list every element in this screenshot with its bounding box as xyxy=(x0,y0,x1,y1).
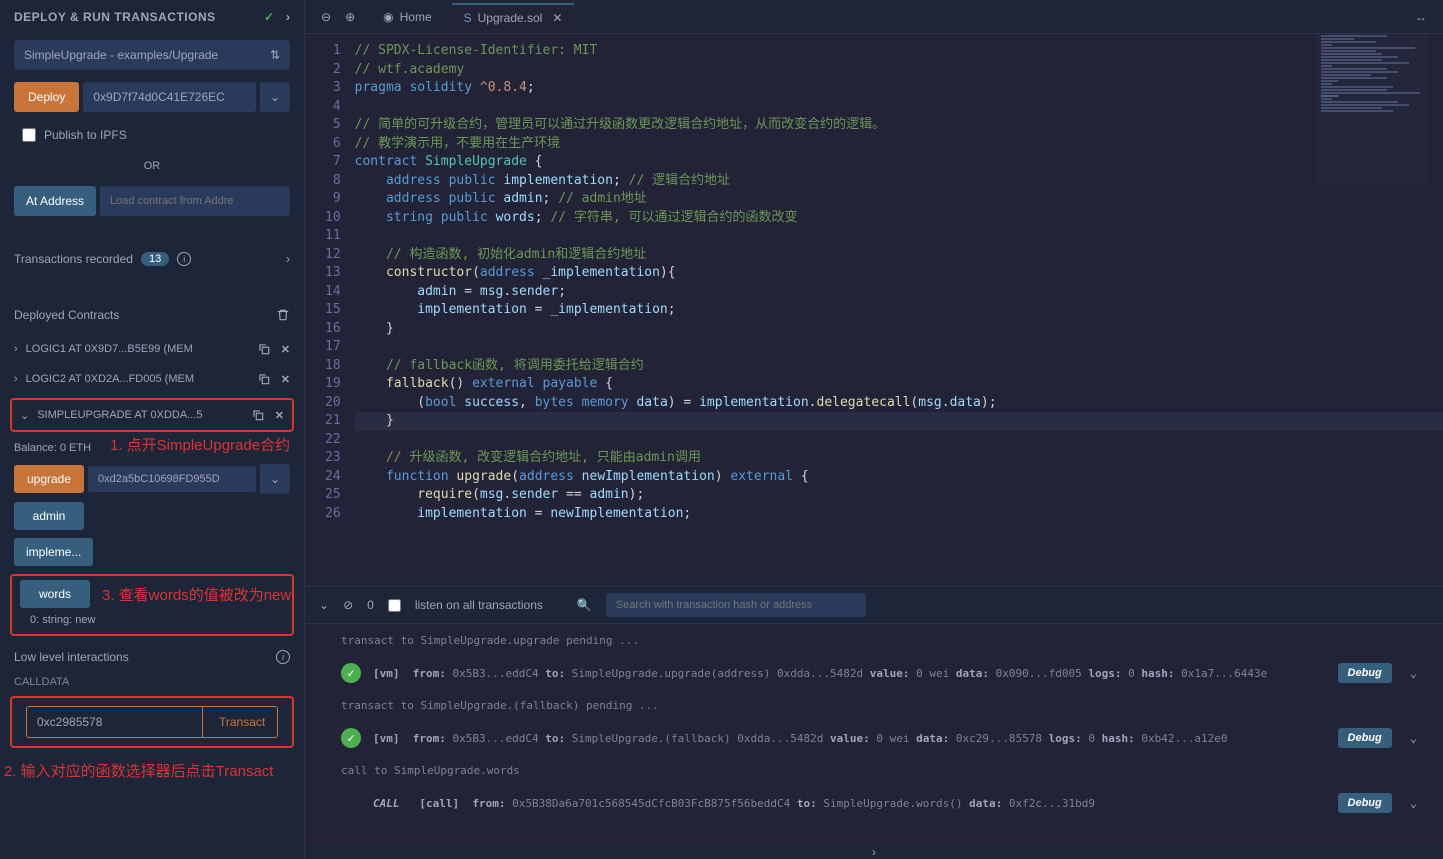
calldata-label: CALLDATA xyxy=(0,674,304,692)
zoom-out-icon[interactable]: ⊖ xyxy=(321,10,331,24)
annotation-2: 2. 输入对应的函数选择器后点击Transact xyxy=(4,763,273,780)
chevron-down-icon[interactable]: ⌄ xyxy=(319,598,329,612)
home-icon: ◉ xyxy=(383,10,393,24)
annotation-1: 1. 点开SimpleUpgrade合约 xyxy=(110,434,290,455)
upgrade-button[interactable]: upgrade xyxy=(14,465,84,493)
publish-ipfs-label: Publish to IPFS xyxy=(44,128,127,142)
code-editor[interactable]: 1234567891011121314151617181920212223242… xyxy=(305,34,1443,586)
select-arrows-icon: ⇅ xyxy=(270,48,280,62)
at-address-row: At Address xyxy=(14,186,290,216)
deployed-contracts-header: Deployed Contracts xyxy=(0,296,304,334)
low-level-header: Low level interactions i xyxy=(0,640,304,674)
publish-ipfs-checkbox[interactable] xyxy=(22,128,36,142)
close-icon[interactable]: ✕ xyxy=(281,343,290,356)
implementation-button[interactable]: impleme... xyxy=(14,538,93,566)
copy-icon[interactable] xyxy=(257,372,271,386)
debug-button[interactable]: Debug xyxy=(1338,663,1392,683)
solidity-icon: S xyxy=(464,11,472,25)
chevron-down-icon: ⌄ xyxy=(20,409,29,422)
deploy-address-input[interactable] xyxy=(83,82,256,112)
search-icon[interactable]: 🔍 xyxy=(577,598,592,612)
gutter: 1234567891011121314151617181920212223242… xyxy=(305,34,355,586)
upgrade-input[interactable] xyxy=(88,466,256,492)
info-icon[interactable]: i xyxy=(276,650,290,664)
deploy-button[interactable]: Deploy xyxy=(14,82,79,112)
copy-icon[interactable] xyxy=(251,408,265,422)
code-body[interactable]: // SPDX-License-Identifier: MIT// wtf.ac… xyxy=(355,34,1443,586)
terminal-bar: ⌄ ⊘ 0 listen on all transactions 🔍 xyxy=(305,586,1443,624)
chevron-right-icon: › xyxy=(14,373,18,385)
words-row: words 3. 查看words的值被改为new xyxy=(20,580,284,608)
annotation-3: 3. 查看words的值被改为new xyxy=(102,584,291,605)
chevron-right-icon[interactable]: › xyxy=(286,252,290,266)
trash-icon[interactable] xyxy=(276,308,290,322)
tab-upgrade-sol[interactable]: S Upgrade.sol ✕ xyxy=(452,3,575,31)
expand-icon[interactable]: ↔ xyxy=(1415,10,1435,24)
tx-count-badge: 13 xyxy=(141,252,169,266)
transactions-recorded-header: Transactions recorded 13 i › xyxy=(0,240,304,278)
upgrade-row: upgrade ⌄ xyxy=(14,464,290,494)
chevron-down-icon[interactable]: ⌄ xyxy=(1404,666,1423,680)
highlight-transact: Transact xyxy=(10,696,294,748)
contract-row-simpleupgrade[interactable]: ⌄ SIMPLEUPGRADE AT 0XDDA...5 ✕ xyxy=(16,404,288,426)
terminal-body[interactable]: transact to SimpleUpgrade.upgrade pendin… xyxy=(305,624,1443,845)
tx-zero: 0 xyxy=(367,598,374,612)
or-text: OR xyxy=(0,152,304,180)
info-icon[interactable]: i xyxy=(177,252,191,266)
chevron-right-icon[interactable]: › xyxy=(286,10,290,24)
balance-row: Balance: 0 ETH 1. 点开SimpleUpgrade合约 xyxy=(0,436,304,460)
tab-home[interactable]: ◉ Home xyxy=(371,4,444,30)
terminal-search-input[interactable] xyxy=(606,593,866,617)
debug-button[interactable]: Debug xyxy=(1338,728,1392,748)
chevron-down-icon[interactable]: ⌄ xyxy=(260,464,290,494)
highlight-simpleupgrade-contract: ⌄ SIMPLEUPGRADE AT 0XDDA...5 ✕ xyxy=(10,398,294,432)
publish-ipfs-row: Publish to IPFS xyxy=(14,124,290,146)
tx-entry-2: ✓ [vm] from: 0x5B3...eddC4 to: SimpleUpg… xyxy=(341,716,1423,760)
close-icon[interactable]: ✕ xyxy=(281,373,290,386)
panel-title: DEPLOY & RUN TRANSACTIONS xyxy=(14,10,216,24)
success-icon: ✓ xyxy=(341,663,361,683)
top-bar: ⊖ ⊕ ◉ Home S Upgrade.sol ✕ ↔ xyxy=(305,0,1443,34)
close-icon[interactable]: ✕ xyxy=(548,11,562,25)
sidebar: DEPLOY & RUN TRANSACTIONS ✓ › SimpleUpgr… xyxy=(0,0,305,859)
tx-entry-3: CALL [call] from: 0x5B38Da6a701c568545dC… xyxy=(341,781,1423,825)
chevron-down-icon[interactable]: ⌄ xyxy=(1404,796,1423,810)
listen-label: listen on all transactions xyxy=(415,598,543,612)
deploy-row: Deploy ⌄ xyxy=(14,82,290,112)
chevron-down-icon[interactable]: ⌄ xyxy=(260,82,290,112)
transact-button[interactable]: Transact xyxy=(202,707,278,737)
zoom-in-icon[interactable]: ⊕ xyxy=(345,10,355,24)
drag-handle[interactable]: › xyxy=(305,845,1443,859)
tx-entry-1: ✓ [vm] from: 0x5B3...eddC4 to: SimpleUpg… xyxy=(341,651,1423,695)
words-button[interactable]: words xyxy=(20,580,90,608)
implementation-row: impleme... xyxy=(14,538,290,566)
chevron-right-icon: › xyxy=(14,343,18,355)
copy-icon[interactable] xyxy=(257,342,271,356)
tx-pending-1: transact to SimpleUpgrade.upgrade pendin… xyxy=(341,630,1423,651)
clear-icon[interactable]: ⊘ xyxy=(343,598,353,612)
close-icon[interactable]: ✕ xyxy=(275,409,284,422)
debug-button[interactable]: Debug xyxy=(1338,793,1392,813)
highlight-words: words 3. 查看words的值被改为new 0: string: new xyxy=(10,574,294,636)
admin-button[interactable]: admin xyxy=(14,502,84,530)
main-area: ⊖ ⊕ ◉ Home S Upgrade.sol ✕ ↔ 12345678910… xyxy=(305,0,1443,859)
words-result: 0: string: new xyxy=(16,608,288,626)
success-icon: ✓ xyxy=(341,728,361,748)
tx-pending-3: call to SimpleUpgrade.words xyxy=(341,760,1423,781)
check-icon: ✓ xyxy=(264,10,274,24)
tx-pending-2: transact to SimpleUpgrade.(fallback) pen… xyxy=(341,695,1423,716)
contract-row-logic1[interactable]: › LOGIC1 AT 0X9D7...B5E99 (MEM ✕ xyxy=(0,334,304,364)
minimap[interactable] xyxy=(1317,34,1427,184)
listen-checkbox[interactable] xyxy=(388,599,401,612)
admin-row: admin xyxy=(14,502,290,530)
chevron-down-icon[interactable]: ⌄ xyxy=(1404,731,1423,745)
at-address-button[interactable]: At Address xyxy=(14,186,96,216)
transact-row: Transact xyxy=(26,706,278,738)
load-contract-input[interactable] xyxy=(100,186,290,216)
panel-header: DEPLOY & RUN TRANSACTIONS ✓ › xyxy=(0,0,304,34)
contract-row-logic2[interactable]: › LOGIC2 AT 0XD2A...FD005 (MEM ✕ xyxy=(0,364,304,394)
contract-select[interactable]: SimpleUpgrade - examples/Upgrade ⇅ xyxy=(14,40,290,70)
calldata-input[interactable] xyxy=(27,707,202,737)
